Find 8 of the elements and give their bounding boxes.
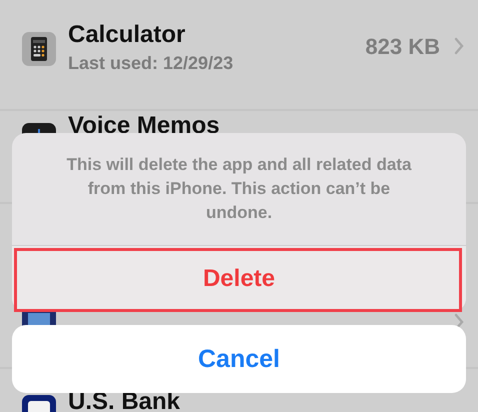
- calculator-icon: [22, 32, 56, 66]
- app-name: U.S. Bank: [68, 391, 182, 412]
- chevron-icon: [454, 37, 464, 55]
- delete-button[interactable]: Delete: [12, 246, 466, 312]
- last-used-date: Last used: 12/29/23: [68, 52, 234, 75]
- cancel-button[interactable]: Cancel: [12, 325, 466, 393]
- app-name: Calculator: [68, 20, 186, 50]
- app-size: 823 KB: [365, 34, 440, 60]
